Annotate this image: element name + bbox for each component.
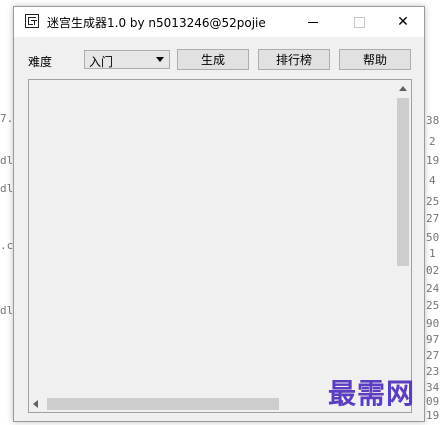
bg-text: 2 <box>429 135 436 148</box>
difficulty-label: 难度 <box>28 55 53 69</box>
background-right-fragments: 38 2 19 4 25 27 50 1 02 24 25 90 97 27 2… <box>426 0 440 425</box>
bg-text: 19 <box>426 154 440 167</box>
bg-text: 7. <box>0 112 14 125</box>
bg-text: 09 <box>426 395 440 408</box>
toolbar: 难度 入门 生成 排行榜 帮助 <box>14 37 424 77</box>
close-icon: ✕ <box>397 14 409 30</box>
bg-text: 25 <box>426 195 440 208</box>
title-bar[interactable]: 迷宫生成器1.0 by n5013246@52pojie ✕ <box>14 7 424 37</box>
bg-text: 50 <box>426 231 440 244</box>
app-maze-icon <box>25 14 39 28</box>
bg-text: 25 <box>426 299 440 312</box>
bg-text: 24 <box>426 282 440 295</box>
difficulty-value: 入门 <box>89 55 114 69</box>
bg-text: 27 <box>426 349 440 362</box>
difficulty-select[interactable]: 入门 <box>84 50 170 69</box>
maze-generator-window: 迷宫生成器1.0 by n5013246@52pojie ✕ 难度 入门 生成 … <box>13 6 425 422</box>
help-button[interactable]: 帮助 <box>339 49 411 70</box>
bg-text: 34 <box>426 381 440 394</box>
background-left-fragments: 7. dl dl .c dl <box>0 0 14 425</box>
bg-text: .c <box>0 239 14 252</box>
bg-text: 90 <box>426 317 440 330</box>
bg-text: 38 <box>426 114 440 127</box>
bg-text: 97 <box>426 333 440 346</box>
minimize-button[interactable] <box>290 7 336 37</box>
generate-button[interactable]: 生成 <box>177 49 249 70</box>
window-title: 迷宫生成器1.0 by n5013246@52pojie <box>47 16 266 30</box>
watermark-text: 最需网 <box>328 377 416 410</box>
bg-text: 19 <box>426 409 440 422</box>
bg-text: 23 <box>426 365 440 378</box>
scroll-left-arrow-icon[interactable] <box>33 400 38 408</box>
minimize-icon <box>308 21 318 23</box>
bg-text: 1 <box>429 247 436 260</box>
vertical-scrollbar[interactable] <box>395 80 411 396</box>
maze-canvas[interactable] <box>28 79 412 413</box>
bg-text: 27 <box>426 212 440 225</box>
maximize-icon <box>353 16 365 28</box>
bg-text: dl <box>0 304 14 317</box>
horizontal-scroll-thumb[interactable] <box>47 398 279 410</box>
chevron-down-icon <box>156 57 164 62</box>
bg-text: dl <box>0 154 14 167</box>
bg-text: 4 <box>429 174 436 187</box>
leaderboard-button[interactable]: 排行榜 <box>258 49 330 70</box>
vertical-scroll-thumb[interactable] <box>397 98 409 266</box>
bg-text: 02 <box>426 264 440 277</box>
maximize-button[interactable] <box>336 7 382 37</box>
close-button[interactable]: ✕ <box>380 7 426 37</box>
bg-text: dl <box>0 182 14 195</box>
scroll-up-arrow-icon[interactable] <box>399 86 407 91</box>
